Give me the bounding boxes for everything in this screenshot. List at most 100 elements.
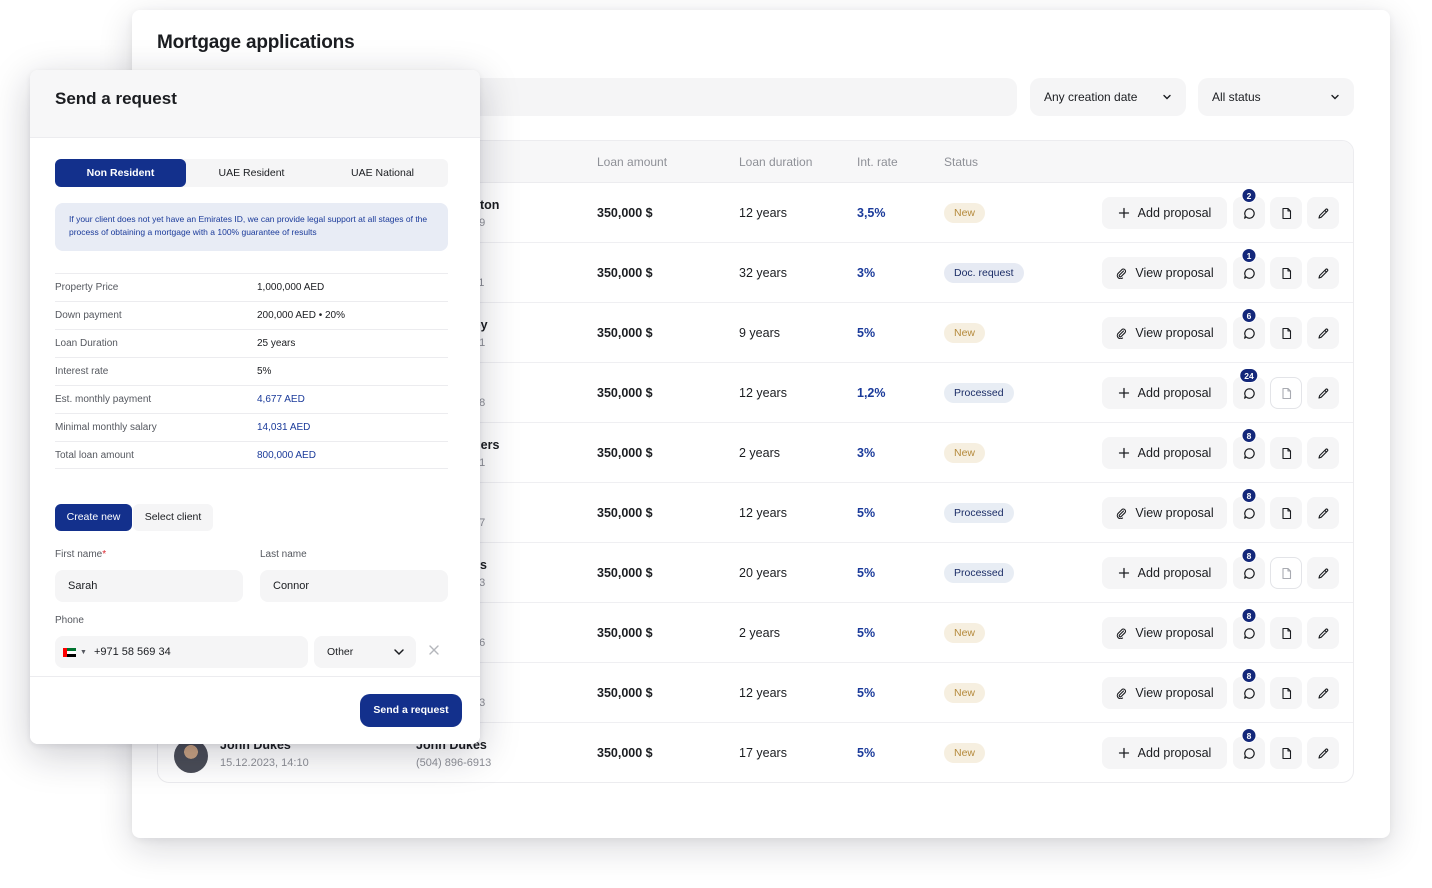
messages-button[interactable]: 2 (1233, 188, 1265, 229)
proposal-button-label: View proposal (1135, 626, 1214, 640)
header-status[interactable]: Status (944, 155, 978, 169)
detail-label: Minimal monthly salary (55, 422, 157, 433)
document-icon (1281, 267, 1291, 279)
tab-non-resident[interactable]: Non Resident (55, 159, 186, 187)
plus-icon (1118, 387, 1129, 399)
document-icon (1281, 507, 1291, 519)
status-badge: New (944, 683, 986, 703)
detail-value: 4,677 AED (257, 394, 305, 405)
send-request-button[interactable]: Send a request (360, 694, 462, 727)
select-client-button[interactable]: Select client (133, 504, 213, 531)
loan-amount: 350,000 $ (597, 266, 653, 280)
detail-label: Total loan amount (55, 450, 134, 461)
phone-value: +971 58 569 34 (93, 646, 171, 658)
document-button[interactable] (1270, 677, 1302, 709)
paperclip-icon (1117, 508, 1127, 519)
interest-rate: 1,2% (857, 386, 886, 400)
first-name-label: First name* (55, 549, 106, 560)
status-filter[interactable]: All status (1198, 78, 1354, 116)
edit-button[interactable] (1307, 617, 1339, 649)
edit-button[interactable] (1307, 497, 1339, 529)
tab-uae-resident[interactable]: UAE Resident (186, 159, 317, 187)
status-filter-label: All status (1212, 90, 1261, 104)
proposal-button[interactable]: Add proposal (1102, 197, 1227, 229)
messages-button[interactable]: 8 (1233, 548, 1265, 589)
document-button[interactable] (1270, 497, 1302, 529)
close-icon[interactable] (428, 644, 440, 656)
status-badge: Processed (944, 563, 1014, 583)
proposal-button-label: Add proposal (1137, 206, 1212, 220)
status-badge: New (944, 323, 986, 343)
document-button[interactable] (1270, 257, 1302, 289)
edit-button[interactable] (1307, 437, 1339, 469)
tab-uae-national[interactable]: UAE National (317, 159, 448, 187)
phone-field[interactable]: ▼ +971 58 569 34 (55, 636, 308, 668)
messages-button[interactable]: 8 (1233, 488, 1265, 529)
proposal-button[interactable]: Add proposal (1102, 557, 1227, 589)
edit-button[interactable] (1307, 557, 1339, 589)
messages-button[interactable]: 8 (1233, 668, 1265, 709)
loan-amount: 350,000 $ (597, 746, 653, 760)
messages-button[interactable]: 24 (1233, 368, 1265, 409)
header-loan-amount[interactable]: Loan amount (597, 155, 667, 169)
proposal-button[interactable]: View proposal (1102, 257, 1227, 289)
interest-rate: 5% (857, 566, 876, 580)
status-badge: New (944, 623, 986, 643)
edit-button[interactable] (1307, 317, 1339, 349)
document-button[interactable] (1270, 617, 1302, 649)
proposal-button[interactable]: Add proposal (1102, 437, 1227, 469)
messages-button[interactable]: 1 (1233, 248, 1265, 289)
document-button[interactable] (1270, 437, 1302, 469)
header-loan-duration[interactable]: Loan duration (739, 155, 812, 169)
messages-button[interactable]: 8 (1233, 428, 1265, 469)
plus-icon (1118, 747, 1129, 759)
detail-label: Est. monthly payment (55, 394, 152, 405)
edit-button[interactable] (1307, 197, 1339, 229)
edit-button[interactable] (1307, 377, 1339, 409)
document-icon (1281, 747, 1291, 759)
interest-rate: 5% (857, 326, 876, 340)
chat-icon (1243, 687, 1255, 699)
document-button[interactable] (1270, 737, 1302, 769)
document-button[interactable] (1270, 317, 1302, 349)
interest-rate: 5% (857, 506, 876, 520)
phone-type-select[interactable]: Other (314, 636, 416, 668)
document-icon (1281, 687, 1291, 699)
proposal-button[interactable]: Add proposal (1102, 737, 1227, 769)
proposal-button[interactable]: View proposal (1102, 317, 1227, 349)
proposal-button[interactable]: Add proposal (1102, 377, 1227, 409)
loan-duration: 12 years (739, 206, 787, 220)
proposal-button-label: Add proposal (1137, 446, 1212, 460)
messages-button[interactable]: 8 (1233, 608, 1265, 649)
messages-button[interactable]: 6 (1233, 308, 1265, 349)
document-button[interactable] (1270, 377, 1302, 409)
create-new-button[interactable]: Create new (55, 504, 132, 531)
edit-button[interactable] (1307, 737, 1339, 769)
edit-button[interactable] (1307, 677, 1339, 709)
interest-rate: 3% (857, 446, 876, 460)
status-badge: Processed (944, 383, 1014, 403)
interest-rate: 5% (857, 626, 876, 640)
uae-flag-icon[interactable] (63, 647, 76, 657)
proposal-button[interactable]: View proposal (1102, 617, 1227, 649)
header-int-rate[interactable]: Int. rate (857, 155, 898, 169)
proposal-button[interactable]: View proposal (1102, 677, 1227, 709)
detail-row: Total loan amount 800,000 AED (55, 441, 448, 469)
edit-button[interactable] (1307, 257, 1339, 289)
interest-rate: 3% (857, 266, 876, 280)
proposal-button[interactable]: View proposal (1102, 497, 1227, 529)
creation-date-filter[interactable]: Any creation date (1030, 78, 1186, 116)
first-name-field[interactable]: Sarah (55, 570, 243, 602)
country-caret-icon[interactable]: ▼ (80, 649, 87, 656)
status-badge: Doc. request (944, 263, 1024, 283)
message-count-badge: 8 (1241, 488, 1257, 503)
messages-button[interactable]: 8 (1233, 728, 1265, 769)
interest-rate: 5% (857, 746, 876, 760)
pencil-icon (1317, 448, 1328, 459)
status-badge: Processed (944, 503, 1014, 523)
last-name-field[interactable]: Connor (260, 570, 448, 602)
document-button[interactable] (1270, 557, 1302, 589)
document-button[interactable] (1270, 197, 1302, 229)
proposal-button-label: View proposal (1135, 266, 1214, 280)
loan-amount: 350,000 $ (597, 566, 653, 580)
